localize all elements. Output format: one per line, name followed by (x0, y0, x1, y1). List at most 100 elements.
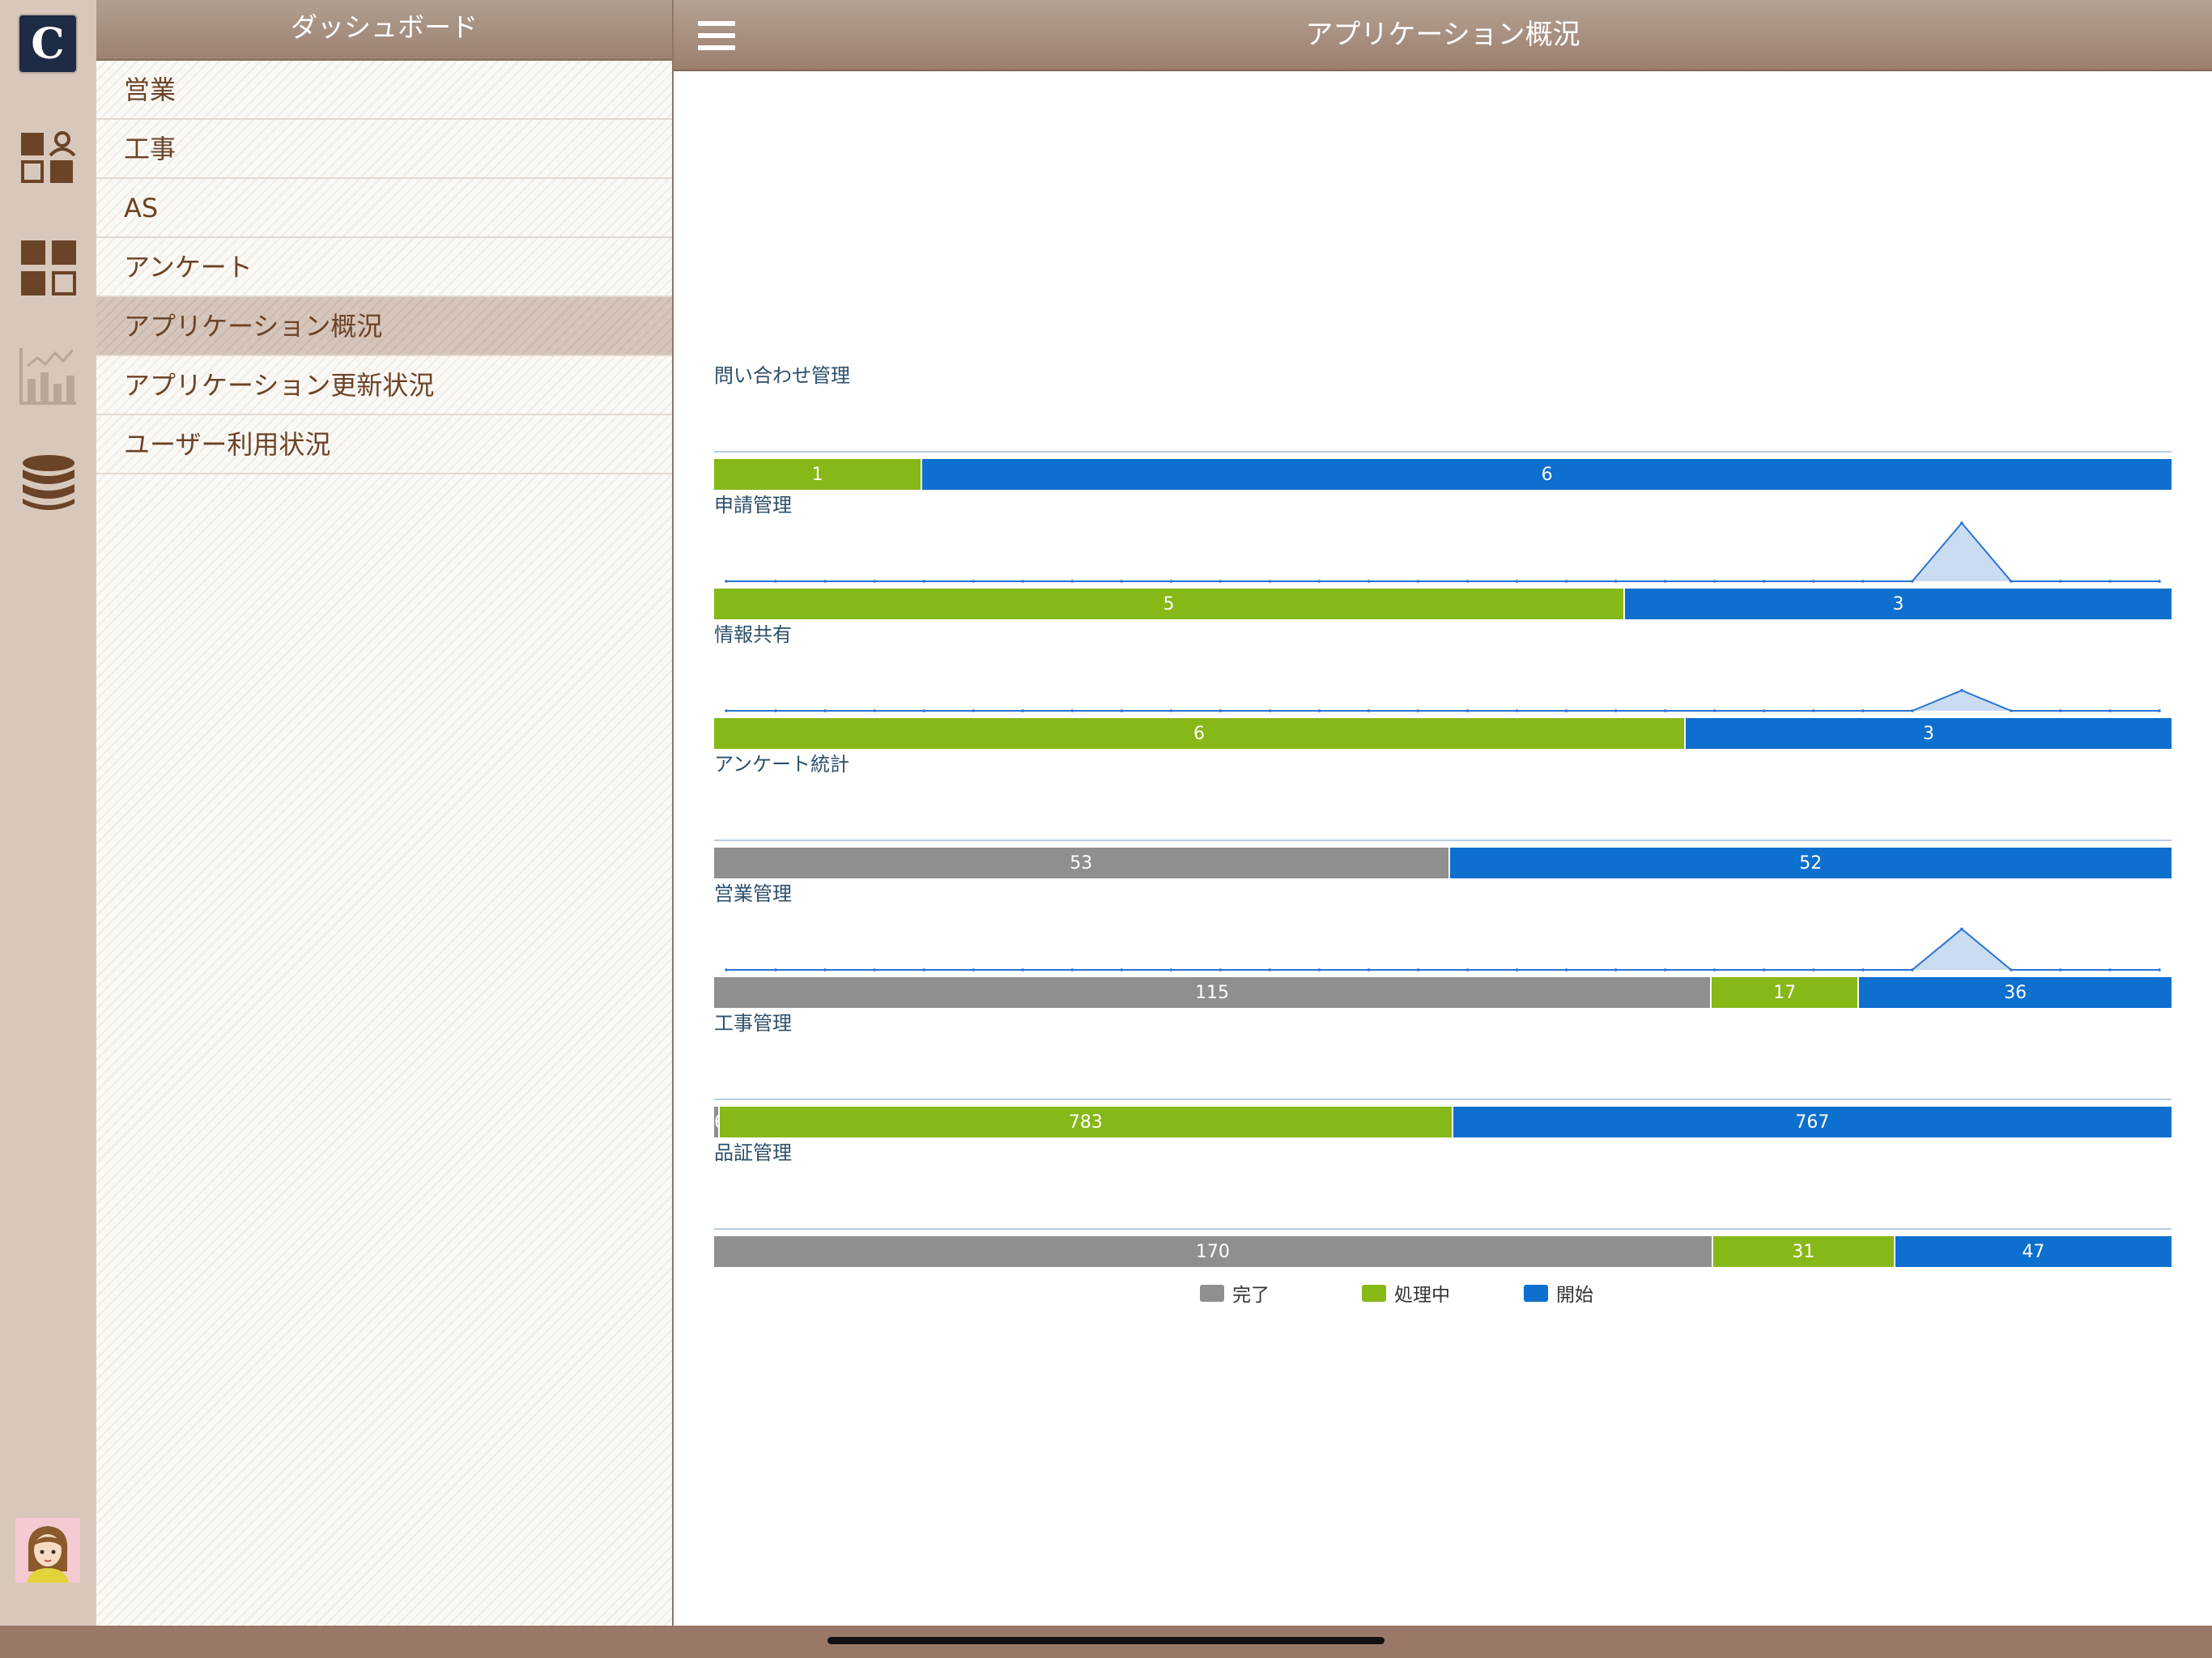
sparkline-point (1564, 580, 1568, 583)
app-logo[interactable]: C (18, 14, 78, 74)
sparkline-point (1861, 709, 1865, 712)
sparkline-point (1614, 968, 1618, 971)
sparkline-point (972, 968, 975, 971)
sparkline-point (725, 709, 728, 712)
bar-segment[interactable]: 52 (1449, 848, 2172, 878)
bar-segment[interactable]: 6 (714, 1107, 725, 1137)
sparkline-point (774, 580, 777, 583)
sparkline-point (1614, 580, 1618, 583)
sparkline-point (2010, 709, 2013, 712)
sparkline-point (1367, 709, 1371, 712)
sparkline-point (1663, 709, 1667, 712)
stacked-bar: 53 (714, 589, 2172, 619)
stacked-bar: 6783767 (714, 1107, 2172, 1137)
user-dashboard-icon[interactable] (19, 128, 78, 186)
bar-segment[interactable]: 5 (714, 589, 1625, 619)
sparkline-point (972, 580, 975, 583)
sparkline-point (1762, 580, 1766, 583)
legend-swatch (1200, 1284, 1224, 1302)
sparkline-point (2010, 968, 2013, 971)
stacked-bar: 53 52 (714, 848, 2172, 878)
sparkline-point (2059, 580, 2062, 583)
row-label: アンケート統計 (714, 753, 850, 776)
main-content: アプリケーション概況 問い合わせ管理 1 6 申請管理 5 3 情報共有 6 3 アンケート統計 5… (674, 0, 2212, 1626)
sparkline-point (1861, 968, 1865, 971)
legend-swatch (1362, 1284, 1386, 1302)
menu-item[interactable]: AS (96, 179, 672, 238)
sparkline-point (1564, 709, 1568, 712)
bar-segment[interactable]: 6 (922, 459, 2172, 490)
legend-label: 処理中 (1394, 1285, 1450, 1306)
bar-segment[interactable]: 783 (719, 1107, 1453, 1137)
legend-item[interactable]: 開始 (1524, 1279, 1593, 1307)
chart-row: 営業管理 115 17 36 (714, 878, 2172, 1008)
bar-segment[interactable]: 53 (714, 848, 1450, 878)
legend-swatch (1524, 1284, 1548, 1302)
sparkline-point (2158, 709, 2161, 712)
sparkline (714, 451, 2172, 453)
sparkline-area (726, 929, 2159, 970)
sparkline-point (1317, 709, 1321, 712)
bar-segment[interactable]: 47 (1895, 1236, 2172, 1267)
sparkline (714, 1099, 2172, 1100)
grid-icon[interactable] (19, 239, 78, 297)
bar-segment[interactable]: 115 (714, 977, 1712, 1008)
bar-segment[interactable]: 3 (1686, 718, 2172, 749)
menu-item[interactable]: アンケート (96, 238, 672, 297)
sparkline-point (2158, 968, 2161, 971)
sparkline-point (1120, 580, 1124, 583)
sparkline-point (1268, 968, 1272, 971)
menu-item[interactable]: 工事 (96, 120, 672, 179)
bar-segment[interactable]: 6 (714, 718, 1686, 749)
row-label: 情報共有 (714, 623, 792, 646)
row-label: 工事管理 (714, 1012, 792, 1035)
sparkline-point (1021, 709, 1025, 712)
menu-item[interactable]: アプリケーション概況 (96, 297, 672, 356)
sparkline-point (1317, 580, 1321, 583)
sparkline-point (1911, 580, 1914, 583)
sparkline-point (1911, 968, 1914, 971)
bar-segment[interactable]: 170 (714, 1236, 1713, 1267)
sparkline-point (1367, 968, 1371, 971)
sparkline-point (1515, 709, 1519, 712)
home-indicator[interactable] (827, 1637, 1385, 1644)
legend-item[interactable]: 完了 (1200, 1279, 1270, 1307)
sparkline-point (2059, 709, 2062, 712)
row-label: 営業管理 (714, 882, 792, 905)
sparkline-point (1712, 968, 1716, 971)
bar-segment[interactable]: 1 (714, 459, 923, 490)
menu-item[interactable]: ユーザー利用状況 (96, 415, 672, 474)
bar-segment[interactable]: 3 (1625, 589, 2172, 619)
bar-segment[interactable]: 36 (1859, 977, 2172, 1008)
bar-segment[interactable]: 17 (1712, 977, 1860, 1008)
sparkline-point (1911, 709, 1914, 712)
sparkline-point (873, 968, 876, 971)
sparkline-point (725, 968, 728, 971)
sparkline-point (922, 968, 925, 971)
menu-item[interactable]: 営業 (96, 61, 672, 120)
sparkline (725, 689, 2161, 712)
sparkline-point (1564, 968, 1568, 971)
sparkline-point (1762, 709, 1766, 712)
sparkline-point (1169, 968, 1173, 971)
sparkline-point (1811, 709, 1815, 712)
sparkline-point (873, 709, 876, 712)
sparkline-point (2158, 580, 2161, 583)
sparkline-point (1465, 580, 1470, 583)
chart-icon[interactable] (19, 346, 78, 405)
sparkline (725, 521, 2161, 583)
row-label: 申請管理 (714, 494, 792, 517)
sparkline-point (1070, 580, 1074, 583)
main-header: アプリケーション概況 (674, 0, 2212, 71)
sparkline-point (1663, 580, 1667, 583)
user-avatar[interactable] (15, 1518, 80, 1583)
legend-item[interactable]: 処理中 (1362, 1279, 1450, 1307)
menu-item[interactable]: アプリケーション更新状況 (96, 356, 672, 415)
database-icon[interactable] (19, 453, 78, 512)
sparkline-point (1416, 968, 1420, 971)
legend-label: 完了 (1232, 1285, 1270, 1306)
bar-segment[interactable]: 767 (1453, 1107, 2172, 1137)
sparkline (714, 840, 2172, 841)
chart-row: 情報共有 6 3 (714, 619, 2172, 749)
bar-segment[interactable]: 31 (1712, 1236, 1895, 1267)
